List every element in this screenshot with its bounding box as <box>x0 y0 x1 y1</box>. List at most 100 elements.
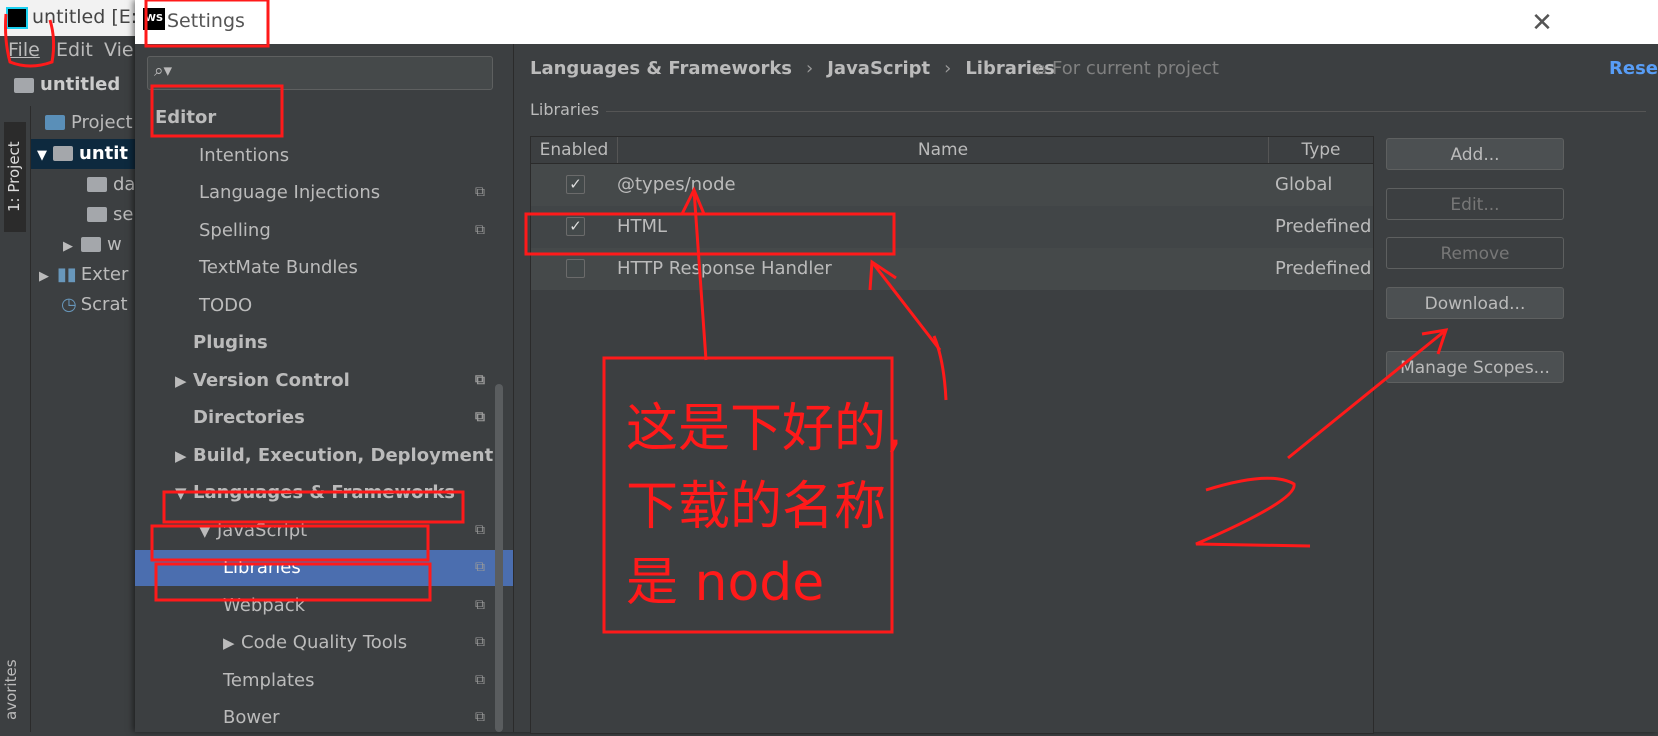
tree-folder-row[interactable]: se <box>87 200 133 230</box>
library-name: HTTP Response Handler <box>617 258 832 279</box>
tree-root-row[interactable]: ▼ untit <box>31 139 140 169</box>
reset-link[interactable]: Reset <box>1609 54 1658 84</box>
tree-external-libs-row[interactable]: ▶ ▮▮ Exter <box>39 260 128 290</box>
nav-item-label: Bower <box>223 707 280 728</box>
table-row[interactable]: ✓ HTML Predefined <box>531 206 1373 248</box>
chevron-right-icon[interactable]: ▶ <box>175 363 193 399</box>
ide-title-bar: untitled [E:\ <box>0 0 144 36</box>
enabled-checkbox[interactable] <box>566 259 585 278</box>
manage-scopes-button[interactable]: Manage Scopes... <box>1386 351 1564 383</box>
nav-item[interactable]: Webpack ⧉ <box>135 588 513 624</box>
section-divider <box>606 111 1646 112</box>
settings-content-pane: Languages & Frameworks › JavaScript › Librar… <box>514 44 1658 734</box>
project-scope-icon: ⧉ <box>475 521 485 538</box>
tree-folder-row[interactable]: ▶ w <box>63 230 122 260</box>
tree-label: Scrat <box>80 294 128 315</box>
libraries-table: Enabled Name Type ✓ @types/node Global ✓ HTM… <box>530 136 1374 734</box>
project-scope-icon: ⧉ <box>475 371 485 388</box>
download-button[interactable]: Download... <box>1386 287 1564 319</box>
project-tool-tab[interactable]: 1: Project <box>4 122 26 232</box>
nav-item[interactable]: Libraries ⧉ <box>135 550 513 586</box>
nav-item[interactable]: Editor <box>135 100 513 136</box>
column-header-type[interactable]: Type <box>1269 137 1373 163</box>
nav-item[interactable]: ▶ Code Quality Tools ⧉ <box>135 625 513 661</box>
tree-label: Project <box>71 112 133 133</box>
nav-item-label: Build, Execution, Deployment <box>193 444 494 466</box>
remove-button[interactable]: Remove <box>1386 237 1564 269</box>
ide-navigation-bar: untitled <box>0 66 140 107</box>
breadcrumb-separator: › <box>806 58 814 79</box>
nav-item[interactable]: TextMate Bundles <box>135 250 513 286</box>
project-scope-icon: ⧉ <box>475 709 485 725</box>
project-scope-icon: ⧉ <box>475 671 485 688</box>
nav-item[interactable]: ▶ Build, Execution, Deployment <box>135 438 513 474</box>
project-scope-icon: ⧉ <box>475 409 485 425</box>
nav-item[interactable]: Spelling ⧉ <box>135 213 513 249</box>
nav-item-label: Webpack <box>223 594 306 616</box>
nav-item-label: Plugins <box>193 332 268 353</box>
nav-item[interactable]: Language Injections ⧉ <box>135 175 513 211</box>
chevron-right-icon[interactable]: ▶ <box>223 625 241 661</box>
library-type: Predefined <box>1275 216 1372 237</box>
edit-button[interactable]: Edit... <box>1386 188 1564 220</box>
close-icon[interactable]: ✕ <box>1527 8 1557 38</box>
project-header[interactable]: Project <box>45 108 133 138</box>
nav-item[interactable]: Intentions <box>135 138 513 174</box>
column-header-name[interactable]: Name <box>618 137 1269 163</box>
breadcrumb-item[interactable]: Languages & Frameworks <box>530 58 792 79</box>
project-tool-label: 1: Project <box>5 141 23 212</box>
enabled-checkbox[interactable]: ✓ <box>566 175 585 194</box>
menu-edit[interactable]: Edit <box>56 39 93 61</box>
nav-item[interactable]: Directories ⧉ <box>135 400 513 436</box>
project-scope-icon: ⧉ <box>475 596 485 613</box>
library-type: Global <box>1275 174 1333 195</box>
chevron-right-icon[interactable]: ▶ <box>175 438 193 474</box>
tree-folder-row[interactable]: da <box>87 170 135 200</box>
nav-breadcrumb-project[interactable]: untitled <box>40 74 120 95</box>
column-header-enabled[interactable]: Enabled <box>531 137 618 163</box>
nav-item[interactable]: Bower ⧉ <box>135 700 513 736</box>
nav-item-label: Libraries <box>223 557 301 578</box>
scope-hint: ⧉ For current project <box>1036 54 1219 84</box>
nav-item[interactable]: Templates ⧉ <box>135 663 513 699</box>
project-scope-icon: ⧉ <box>475 634 485 650</box>
table-row[interactable]: ✓ @types/node Global <box>531 164 1373 206</box>
nav-item-label: Intentions <box>199 144 290 166</box>
tree-label: Exter <box>80 264 129 285</box>
nav-item-label: Editor <box>155 107 217 128</box>
nav-item[interactable]: TODO <box>135 288 513 324</box>
nav-scrollbar[interactable] <box>495 384 503 732</box>
add-button[interactable]: Add... <box>1386 138 1564 170</box>
settings-search-input[interactable]: ⌕▾ <box>147 56 493 90</box>
favorites-tool-label[interactable]: avorites <box>2 659 20 720</box>
tree-label: da <box>113 174 136 195</box>
ide-title-text: untitled [E:\ <box>32 6 144 28</box>
menu-view[interactable]: Vie <box>104 39 134 61</box>
webstorm-logo-icon <box>6 7 28 29</box>
nav-item-label: Code Quality Tools <box>241 632 408 653</box>
menu-file[interactable]: File <box>8 39 40 61</box>
tree-label: se <box>113 204 134 225</box>
table-header: Enabled Name Type <box>531 137 1373 164</box>
folder-icon <box>14 78 34 93</box>
nav-item[interactable]: Plugins <box>135 325 513 361</box>
tree-scratches-row[interactable]: ◷ Scrat <box>61 290 128 320</box>
table-row[interactable]: HTTP Response Handler Predefined <box>531 248 1373 290</box>
library-name: HTML <box>617 216 668 237</box>
enabled-checkbox[interactable]: ✓ <box>566 217 585 236</box>
ide-menu-bar: File Edit Vie <box>0 36 140 66</box>
nav-item[interactable]: ▶ Version Control ⧉ <box>135 363 513 399</box>
folder-icon <box>81 237 101 252</box>
nav-item[interactable]: ▼ JavaScript ⧉ <box>135 513 513 549</box>
nav-item-label: Directories <box>193 407 305 428</box>
project-scope-icon: ⧉ <box>475 221 485 238</box>
chevron-down-icon[interactable]: ▼ <box>175 475 193 511</box>
nav-item-label: Version Control <box>193 369 350 391</box>
chevron-down-icon[interactable]: ▼ <box>199 513 217 549</box>
folder-icon <box>87 177 107 192</box>
nav-item[interactable]: ▼ Languages & Frameworks <box>135 475 513 511</box>
breadcrumb-item[interactable]: JavaScript <box>827 58 930 79</box>
tree-label: w <box>107 234 122 255</box>
project-view-icon <box>45 115 65 130</box>
project-tree: Project ▼ untit da se ▶ w ▶ ▮▮ Exter ◷ Scrat <box>31 106 140 732</box>
